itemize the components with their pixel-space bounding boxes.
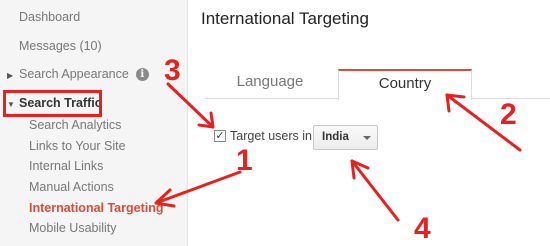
annotation-number-4: 4 (414, 212, 431, 245)
annotation-number-2: 2 (500, 98, 517, 131)
page-title: International Targeting (201, 9, 369, 28)
sidebar-item-links-to-your-site[interactable]: Links to Your Site (29, 139, 126, 153)
sidebar-item-label: Manual Actions (29, 180, 114, 194)
country-select[interactable]: India (313, 125, 378, 150)
tab-language[interactable]: Language (205, 69, 335, 99)
info-icon[interactable]: i (135, 68, 149, 81)
highlight-box (3, 90, 102, 117)
sidebar-item-label: Dashboard (19, 10, 81, 24)
sidebar-item-label: Search Analytics (29, 118, 122, 132)
chevron-right-icon: ▶ (7, 71, 14, 80)
sidebar-item-dashboard[interactable]: Dashboard (19, 10, 80, 24)
sidebar-item-label: International Targeting (29, 201, 164, 215)
sidebar-item-mobile-usability[interactable]: Mobile Usability (29, 221, 117, 235)
annotation-number-3: 3 (164, 54, 181, 87)
sidebar-item-label: Mobile Usability (29, 221, 117, 235)
target-users-label: Target users in: (230, 129, 316, 143)
annotation-arrow-4 (350, 159, 400, 222)
tab-country[interactable]: Country (338, 69, 472, 100)
sidebar-item-international-targeting[interactable]: International Targeting (29, 201, 164, 215)
sidebar-item-label: Internal Links (29, 159, 104, 173)
target-users-checkbox[interactable]: ✓ (214, 130, 226, 142)
sidebar-item-label: Messages (10) (19, 39, 102, 53)
sidebar-item-search-analytics[interactable]: Search Analytics (29, 118, 121, 132)
sidebar-item-manual-actions[interactable]: Manual Actions (29, 180, 114, 194)
sidebar: Dashboard Messages (10) ▶ Search Appearan… (0, 0, 188, 246)
sidebar-item-label: Search Appearance (19, 67, 129, 81)
sidebar-item-search-appearance[interactable]: ▶ Search Appearance i (7, 67, 149, 81)
sidebar-item-internal-links[interactable]: Internal Links (29, 159, 103, 173)
sidebar-item-label: Links to Your Site (29, 139, 126, 153)
annotation-number-1: 1 (236, 144, 253, 177)
sidebar-item-messages[interactable]: Messages (10) (19, 39, 102, 53)
country-select-value: India (322, 131, 349, 143)
dropdown-arrow-icon (363, 136, 371, 140)
